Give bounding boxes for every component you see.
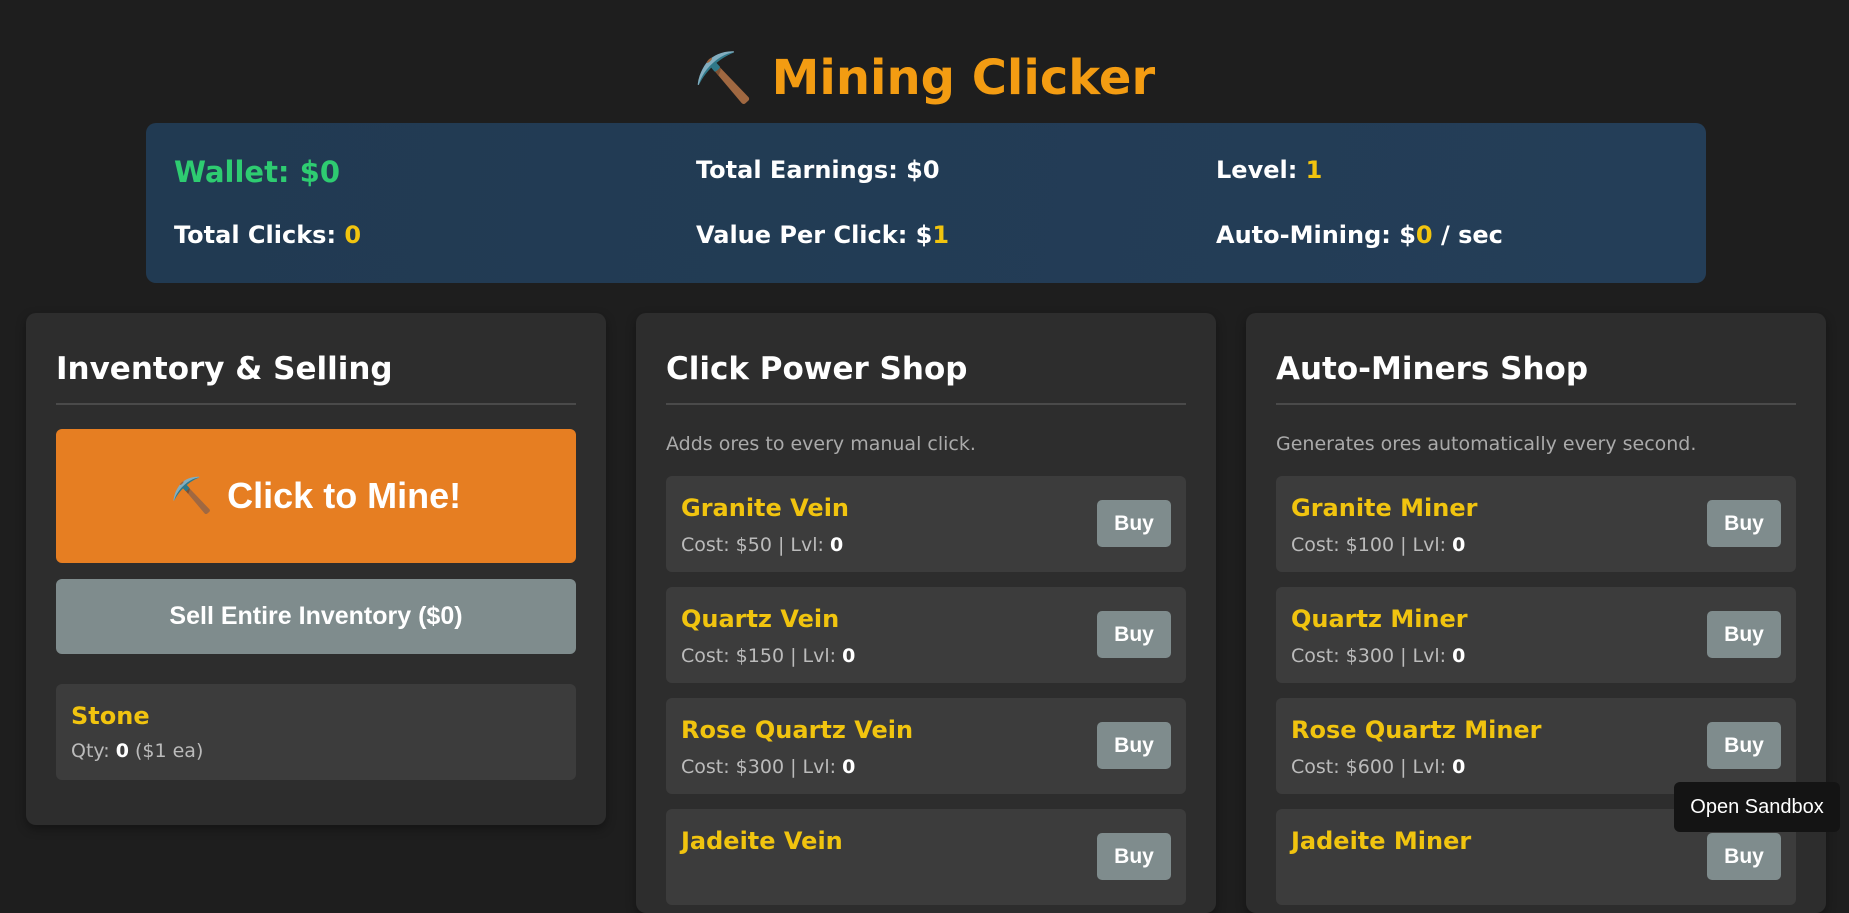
shop-item: Rose Quartz Miner Cost: $600 | Lvl: 0 Bu… bbox=[1276, 698, 1796, 794]
click-shop-description: Adds ores to every manual click. bbox=[666, 433, 976, 455]
level-label: Level: bbox=[1216, 156, 1306, 184]
auto-shop-description: Generates ores automatically every secon… bbox=[1276, 433, 1697, 455]
shop-item-name: Granite Vein bbox=[681, 494, 849, 522]
total-clicks-label: Total Clicks: bbox=[174, 221, 345, 249]
inventory-item-qty: Qty: 0 ($1 ea) bbox=[71, 740, 203, 762]
level-stat: Level: 1 bbox=[1216, 156, 1322, 184]
inventory-panel: Inventory & Selling ⛏️ Click to Mine! Sel… bbox=[26, 313, 606, 825]
pickaxe-icon: ⛏️ bbox=[693, 50, 754, 106]
app-title-text: Mining Clicker bbox=[771, 50, 1156, 106]
value-per-click-stat: Value Per Click: $1 bbox=[696, 221, 949, 249]
inventory-item-name: Stone bbox=[71, 702, 150, 730]
auto-mining-label: Auto-Mining: $ bbox=[1216, 221, 1416, 249]
inventory-title: Inventory & Selling bbox=[56, 349, 576, 405]
open-sandbox-button[interactable]: Open Sandbox bbox=[1674, 782, 1840, 832]
shop-item: Quartz Vein Cost: $150 | Lvl: 0 Buy bbox=[666, 587, 1186, 683]
cost-text: Cost: $50 | Lvl: bbox=[681, 534, 830, 556]
buy-button[interactable]: Buy bbox=[1707, 611, 1781, 658]
level-value: 0 bbox=[842, 756, 856, 778]
cost-text: Cost: $300 | Lvl: bbox=[1291, 645, 1453, 667]
level-value: 1 bbox=[1305, 156, 1323, 184]
qty-label: Qty: bbox=[71, 740, 116, 762]
price-text: ($1 ea) bbox=[128, 740, 204, 762]
sell-inventory-button[interactable]: Sell Entire Inventory ($0) bbox=[56, 579, 576, 654]
level-value: 0 bbox=[1452, 645, 1466, 667]
level-value: 0 bbox=[1452, 534, 1466, 556]
total-clicks-value: 0 bbox=[344, 221, 362, 249]
wallet-label: Wallet: $ bbox=[174, 155, 320, 189]
mine-button[interactable]: ⛏️ Click to Mine! bbox=[56, 429, 576, 563]
qty-value: 0 bbox=[115, 740, 129, 762]
value-per-click-value: 1 bbox=[932, 221, 950, 249]
shop-item-name: Granite Miner bbox=[1291, 494, 1478, 522]
shop-item-name: Rose Quartz Miner bbox=[1291, 716, 1542, 744]
total-earnings-value: 0 bbox=[922, 156, 940, 184]
buy-button[interactable]: Buy bbox=[1097, 500, 1171, 547]
shop-item-name: Jadeite Miner bbox=[1291, 827, 1472, 855]
value-per-click-label: Value Per Click: $ bbox=[696, 221, 933, 249]
cost-text: Cost: $100 | Lvl: bbox=[1291, 534, 1453, 556]
shop-item-meta: Cost: $600 | Lvl: 0 bbox=[1291, 756, 1465, 778]
cost-text: Cost: $300 | Lvl: bbox=[681, 756, 843, 778]
level-value: 0 bbox=[1452, 756, 1466, 778]
click-power-shop-panel: Click Power Shop Adds ores to every manu… bbox=[636, 313, 1216, 913]
total-clicks-stat: Total Clicks: 0 bbox=[174, 221, 361, 249]
total-earnings-stat: Total Earnings: $0 bbox=[696, 156, 940, 184]
level-value: 0 bbox=[842, 645, 856, 667]
level-value: 0 bbox=[829, 534, 844, 556]
stats-panel: Wallet: $0 Total Earnings: $0 Level: 1 T… bbox=[146, 123, 1706, 283]
click-shop-title: Click Power Shop bbox=[666, 349, 1186, 405]
mine-button-label: Click to Mine! bbox=[227, 475, 462, 516]
shop-item-name: Rose Quartz Vein bbox=[681, 716, 914, 744]
buy-button[interactable]: Buy bbox=[1707, 500, 1781, 547]
wallet-stat: Wallet: $0 bbox=[174, 155, 340, 189]
shop-item: Rose Quartz Vein Cost: $300 | Lvl: 0 Buy bbox=[666, 698, 1186, 794]
pickaxe-icon: ⛏️ bbox=[170, 477, 214, 515]
shop-item-meta: Cost: $300 | Lvl: 0 bbox=[1291, 645, 1465, 667]
auto-shop-title: Auto-Miners Shop bbox=[1276, 349, 1796, 405]
shop-item-name: Jadeite Vein bbox=[681, 827, 843, 855]
shop-item-name: Quartz Vein bbox=[681, 605, 840, 633]
shop-item: Jadeite Vein Buy bbox=[666, 809, 1186, 905]
buy-button[interactable]: Buy bbox=[1707, 722, 1781, 769]
app-title: ⛏️ Mining Clicker bbox=[0, 46, 1849, 110]
total-earnings-label: Total Earnings: $ bbox=[696, 156, 923, 184]
auto-mining-value: 0 bbox=[1415, 221, 1433, 249]
shop-item: Granite Miner Cost: $100 | Lvl: 0 Buy bbox=[1276, 476, 1796, 572]
shop-item-meta: Cost: $50 | Lvl: 0 bbox=[681, 534, 843, 556]
buy-button[interactable]: Buy bbox=[1097, 722, 1171, 769]
auto-mining-stat: Auto-Mining: $0 / sec bbox=[1216, 221, 1503, 249]
cost-text: Cost: $600 | Lvl: bbox=[1291, 756, 1453, 778]
shop-item-meta: Cost: $150 | Lvl: 0 bbox=[681, 645, 855, 667]
cost-text: Cost: $150 | Lvl: bbox=[681, 645, 843, 667]
shop-item: Quartz Miner Cost: $300 | Lvl: 0 Buy bbox=[1276, 587, 1796, 683]
buy-button[interactable]: Buy bbox=[1097, 611, 1171, 658]
wallet-value: 0 bbox=[319, 155, 340, 189]
shop-item-meta: Cost: $300 | Lvl: 0 bbox=[681, 756, 855, 778]
auto-mining-suffix: / sec bbox=[1432, 221, 1503, 249]
inventory-item: Stone Qty: 0 ($1 ea) bbox=[56, 684, 576, 780]
shop-item: Granite Vein Cost: $50 | Lvl: 0 Buy bbox=[666, 476, 1186, 572]
shop-item-name: Quartz Miner bbox=[1291, 605, 1468, 633]
shop-item-meta: Cost: $100 | Lvl: 0 bbox=[1291, 534, 1465, 556]
